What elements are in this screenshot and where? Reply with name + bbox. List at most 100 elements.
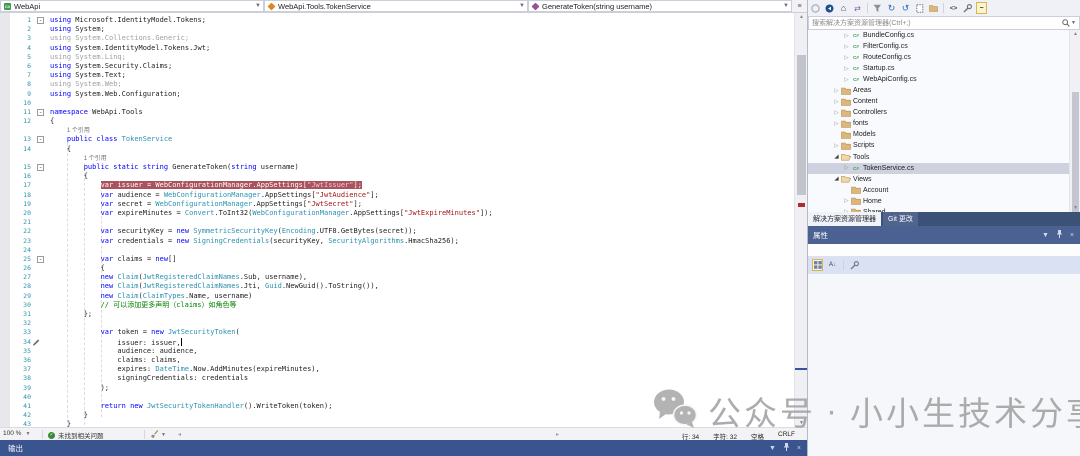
collapse-region-icon[interactable]: - [37, 136, 44, 143]
expander-collapsed-icon[interactable]: ▷ [842, 77, 851, 83]
codelens-references-label[interactable]: 1 个引用 [84, 156, 107, 162]
expander-collapsed-icon[interactable]: ▷ [842, 33, 851, 39]
tree-item-controllers[interactable]: ▷Controllers [808, 107, 1080, 118]
collapse-region-icon[interactable]: - [37, 164, 44, 171]
view-code-icon[interactable]: <> [948, 2, 959, 14]
code-line[interactable]: 30 // 可以添加更多声明（claims）如角色等 [0, 301, 794, 310]
tree-item-home[interactable]: ▷Home [808, 196, 1080, 207]
close-icon[interactable]: × [797, 445, 801, 452]
expander-collapsed-icon[interactable]: ▷ [832, 99, 841, 105]
expander-collapsed-icon[interactable]: ▷ [832, 143, 841, 149]
code-line[interactable]: 33 var token = new JwtSecurityToken( [0, 328, 794, 337]
codelens-references-label[interactable]: 1 个引用 [67, 128, 90, 134]
pending-changes-filter-icon[interactable] [872, 2, 883, 14]
tree-item-bundleconfig-cs[interactable]: ▷C#BundleConfig.cs [808, 30, 1080, 41]
tab-git-changes[interactable]: Git 更改 [883, 212, 918, 226]
code-line[interactable]: 12{ [0, 117, 794, 126]
scrollbar-thumb[interactable] [1072, 92, 1079, 212]
tree-item-account[interactable]: Account [808, 185, 1080, 196]
collapse-region-icon[interactable]: - [37, 109, 44, 116]
hscroll-left-icon[interactable]: ◂ [178, 431, 181, 438]
tree-item-models[interactable]: Models [808, 129, 1080, 140]
chevron-down-icon[interactable]: ▼ [1042, 232, 1049, 239]
code-line[interactable]: 9using System.Web.Configuration; [0, 90, 794, 99]
code-line[interactable]: 22 var securityKey = new SymmetricSecuri… [0, 227, 794, 236]
nav-dropdown-0[interactable]: C#WebApi▼ [0, 0, 264, 12]
update-icon[interactable]: ↺ [900, 2, 911, 14]
tree-item-startup-cs[interactable]: ▷C#Startup.cs [808, 63, 1080, 74]
close-icon[interactable]: × [1070, 232, 1074, 239]
codelens-row[interactable]: 1 个引用 [0, 154, 794, 163]
forward-icon[interactable] [824, 2, 835, 14]
code-line[interactable]: 42 } [0, 411, 794, 420]
code-line[interactable]: 35 audience: audience, [0, 347, 794, 356]
sort-alphabetical-icon[interactable]: A↓ [827, 259, 838, 271]
tree-item-content[interactable]: ▷Content [808, 96, 1080, 107]
tree-item-webapiconfig-cs[interactable]: ▷C#WebApiConfig.cs [808, 74, 1080, 85]
refresh-icon[interactable]: ↻ [886, 2, 897, 14]
collapse-all-icon[interactable]: − [976, 2, 987, 14]
home-icon[interactable]: ⌂ [838, 2, 849, 14]
code-line[interactable]: 5using System.Linq; [0, 53, 794, 62]
code-line[interactable]: 10 [0, 99, 794, 108]
expander-collapsed-icon[interactable]: ▷ [832, 121, 841, 127]
new-folder-icon[interactable] [928, 2, 939, 14]
expander-expanded-icon[interactable]: ◢ [832, 176, 841, 182]
expander-collapsed-icon[interactable]: ▷ [832, 110, 841, 116]
tree-scrollbar[interactable]: ▲ ▼ [1069, 30, 1080, 212]
sync-with-active-document-icon[interactable]: ⇄ [852, 2, 863, 14]
collapse-region-icon[interactable]: - [37, 256, 44, 263]
code-line[interactable]: 1-using Microsoft.IdentityModel.Tokens; [0, 16, 794, 25]
code-line[interactable]: 24 [0, 246, 794, 255]
split-window-handle-icon[interactable]: ≡ [792, 0, 807, 12]
code-line[interactable]: 34 issuer: issuer, [0, 338, 794, 347]
scroll-down-icon[interactable]: ▼ [1070, 205, 1080, 211]
expander-collapsed-icon[interactable]: ▷ [842, 198, 851, 204]
code-line[interactable]: 37 expires: DateTime.Now.AddMinutes(expi… [0, 365, 794, 374]
document-health-indicator[interactable]: ✓ 未找到相关问题 [48, 430, 104, 440]
solution-search-box[interactable]: 搜索解决方案资源管理器(Ctrl+;) ▼ [808, 16, 1080, 30]
scrollbar-thumb[interactable] [797, 55, 806, 195]
scroll-up-icon[interactable]: ▲ [1070, 31, 1080, 37]
code-line[interactable]: 3using System.Collections.Generic; [0, 34, 794, 43]
tree-item-fonts[interactable]: ▷fonts [808, 118, 1080, 129]
code-line[interactable]: 41 return new JwtSecurityTokenHandler().… [0, 402, 794, 411]
zoom-control[interactable]: 100 % ▼ [3, 430, 30, 437]
nav-dropdown-2[interactable]: GenerateToken(string username)▼ [528, 0, 792, 12]
pin-icon[interactable] [1056, 230, 1063, 240]
editor-vertical-scrollbar[interactable]: ▲ ▼ [794, 13, 807, 427]
expander-collapsed-icon[interactable]: ▷ [842, 66, 851, 72]
back-icon[interactable] [810, 2, 821, 14]
output-panel-titlebar[interactable]: 输出 ▼ × [0, 440, 807, 456]
categorized-icon[interactable] [812, 259, 823, 271]
code-line[interactable]: 11-namespace WebApi.Tools [0, 108, 794, 117]
expander-collapsed-icon[interactable]: ▷ [842, 165, 851, 171]
code-line[interactable]: 40 [0, 393, 794, 402]
code-line[interactable]: 29 new Claim(ClaimTypes.Name, username) [0, 292, 794, 301]
code-line[interactable]: 2using System; [0, 25, 794, 34]
nav-dropdown-1[interactable]: WebApi.Tools.TokenService▼ [264, 0, 528, 12]
tree-item-tokenservice-cs[interactable]: ▷C#TokenService.cs [808, 163, 1080, 174]
code-line[interactable]: 14 { [0, 145, 794, 154]
expander-collapsed-icon[interactable]: ▷ [842, 44, 851, 50]
expander-collapsed-icon[interactable]: ▷ [832, 88, 841, 94]
code-line[interactable]: 20 var expireMinutes = Convert.ToInt32(W… [0, 209, 794, 218]
code-line[interactable]: 6using System.Security.Claims; [0, 62, 794, 71]
code-line[interactable]: 19 var secret = WebConfigurationManager.… [0, 200, 794, 209]
tree-item-scripts[interactable]: ▷Scripts [808, 140, 1080, 151]
scroll-down-icon[interactable]: ▼ [795, 420, 807, 426]
code-line[interactable]: 25- var claims = new[] [0, 255, 794, 264]
codelens-row[interactable]: 1 个引用 [0, 126, 794, 135]
tree-item-routeconfig-cs[interactable]: ▷C#RouteConfig.cs [808, 52, 1080, 63]
code-line[interactable]: 39 ); [0, 384, 794, 393]
expander-collapsed-icon[interactable]: ▷ [842, 55, 851, 61]
properties-panel-titlebar[interactable]: 属性 ▼ × [808, 226, 1080, 244]
show-all-files-icon[interactable] [914, 2, 925, 14]
pin-icon[interactable] [783, 443, 790, 453]
tree-item-tools[interactable]: ◢Tools [808, 152, 1080, 163]
expander-expanded-icon[interactable]: ◢ [832, 154, 841, 160]
code-line[interactable]: 16 { [0, 172, 794, 181]
code-editor[interactable]: 1-using Microsoft.IdentityModel.Tokens;2… [0, 13, 807, 427]
code-line[interactable]: 21 [0, 218, 794, 227]
wrench-icon[interactable] [849, 259, 860, 271]
